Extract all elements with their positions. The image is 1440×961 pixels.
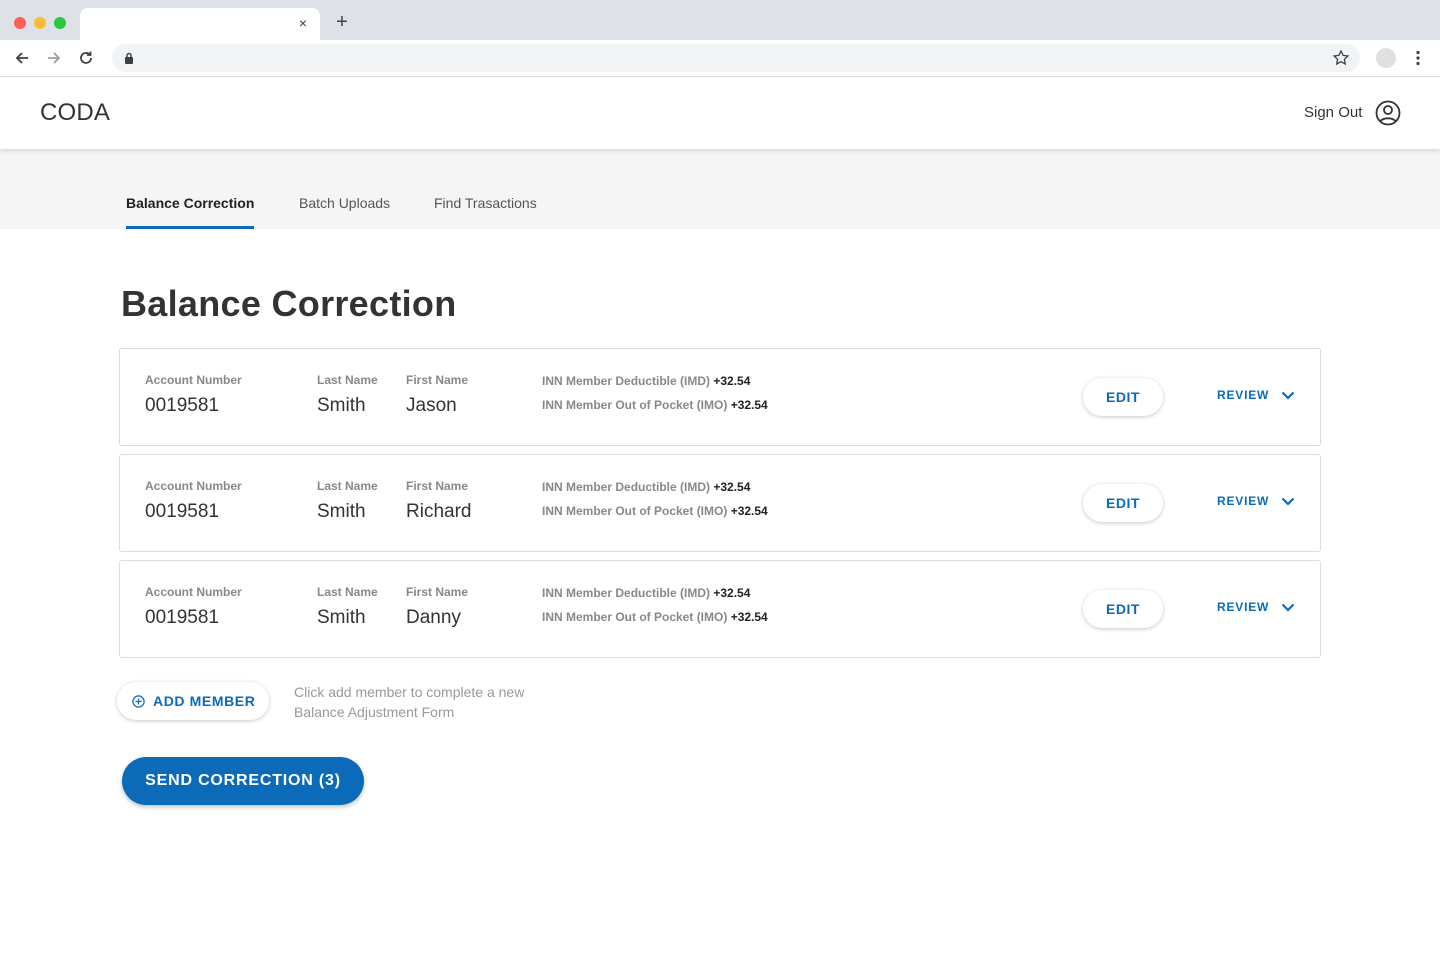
oop-adjustment: INN Member Out of Pocket (IMO) +32.54 (542, 610, 768, 624)
browser-toolbar (0, 40, 1440, 77)
sign-out-link[interactable]: Sign Out (1304, 104, 1362, 121)
send-correction-button[interactable]: SEND CORRECTION (3) (122, 757, 364, 805)
last-name-value: Smith (317, 395, 366, 416)
window-close-dot[interactable] (14, 17, 26, 29)
deductible-adjustment: INN Member Deductible (IMD) +32.54 (542, 480, 750, 494)
address-bar[interactable] (112, 44, 1360, 72)
deductible-adjustment: INN Member Deductible (IMD) +32.54 (542, 374, 750, 388)
last-name-label: Last Name (317, 479, 378, 493)
edit-button[interactable]: EDIT (1083, 590, 1163, 628)
add-member-label: ADD MEMBER (153, 693, 256, 709)
account-number-value: 0019581 (145, 607, 219, 628)
account-number-label: Account Number (145, 373, 242, 387)
oop-value: +32.54 (730, 610, 768, 624)
review-toggle[interactable]: REVIEW (1217, 388, 1295, 402)
review-toggle[interactable]: REVIEW (1217, 494, 1295, 508)
edit-button[interactable]: EDIT (1083, 378, 1163, 416)
first-name-value: Jason (406, 395, 457, 416)
first-name-value: Richard (406, 501, 472, 522)
first-name-value: Danny (406, 607, 461, 628)
oop-adjustment: INN Member Out of Pocket (IMO) +32.54 (542, 504, 768, 518)
browser-tab-strip: × + (0, 0, 1440, 40)
window-maximize-dot[interactable] (54, 17, 66, 29)
oop-label: INN Member Out of Pocket (IMO) (542, 610, 728, 624)
chevron-down-icon (1281, 391, 1295, 400)
browser-menu-icon[interactable] (1408, 48, 1428, 68)
account-number-label: Account Number (145, 585, 242, 599)
last-name-value: Smith (317, 607, 366, 628)
deductible-label: INN Member Deductible (IMD) (542, 586, 711, 600)
account-number-value: 0019581 (145, 501, 219, 522)
oop-adjustment: INN Member Out of Pocket (IMO) +32.54 (542, 398, 768, 412)
first-name-label: First Name (406, 585, 469, 599)
deductible-label: INN Member Deductible (IMD) (542, 374, 711, 388)
review-label: REVIEW (1217, 494, 1270, 508)
review-toggle[interactable]: REVIEW (1217, 600, 1295, 614)
deductible-adjustment: INN Member Deductible (IMD) +32.54 (542, 586, 750, 600)
page-title: Balance Correction (121, 283, 457, 324)
oop-label: INN Member Out of Pocket (IMO) (542, 504, 728, 518)
forward-arrow-icon[interactable] (44, 48, 64, 68)
plus-circle-icon (132, 694, 145, 708)
bookmark-star-icon[interactable] (1332, 49, 1350, 72)
chevron-down-icon (1281, 603, 1295, 612)
deductible-value: +32.54 (713, 480, 751, 494)
member-card: Account Number 0019581 Last Name Smith F… (119, 560, 1321, 658)
account-number-label: Account Number (145, 479, 242, 493)
tab-batch-uploads[interactable]: Batch Uploads (299, 195, 390, 229)
review-label: REVIEW (1217, 388, 1270, 402)
last-name-label: Last Name (317, 585, 378, 599)
back-arrow-icon[interactable] (12, 48, 32, 68)
edit-button[interactable]: EDIT (1083, 484, 1163, 522)
first-name-label: First Name (406, 373, 469, 387)
add-member-button[interactable]: ADD MEMBER (117, 682, 269, 720)
reload-icon[interactable] (76, 48, 96, 68)
browser-tab[interactable]: × (80, 8, 320, 40)
tab-close-icon[interactable]: × (294, 14, 312, 32)
deductible-label: INN Member Deductible (IMD) (542, 480, 711, 494)
last-name-label: Last Name (317, 373, 378, 387)
lock-icon (124, 51, 134, 69)
member-card: Account Number 0019581 Last Name Smith F… (119, 348, 1321, 446)
deductible-value: +32.54 (713, 374, 751, 388)
user-account-icon[interactable] (1375, 100, 1401, 126)
app-logo[interactable]: CODA (40, 99, 110, 127)
last-name-value: Smith (317, 501, 366, 522)
tab-find-transactions[interactable]: Find Trasactions (434, 195, 537, 229)
new-tab-icon[interactable]: + (332, 12, 352, 32)
review-label: REVIEW (1217, 600, 1270, 614)
tab-balance-correction[interactable]: Balance Correction (126, 195, 255, 229)
window-minimize-dot[interactable] (34, 17, 46, 29)
oop-value: +32.54 (730, 398, 768, 412)
section-tabs: Balance Correction Batch Uploads Find Tr… (0, 149, 1440, 229)
first-name-label: First Name (406, 479, 469, 493)
add-member-hint: Click add member to complete a new Balan… (294, 684, 525, 720)
oop-value: +32.54 (730, 504, 768, 518)
app-header: CODA Sign Out (0, 77, 1440, 149)
account-number-value: 0019581 (145, 395, 219, 416)
deductible-value: +32.54 (713, 586, 751, 600)
chevron-down-icon (1281, 497, 1295, 506)
profile-avatar[interactable] (1376, 48, 1396, 68)
oop-label: INN Member Out of Pocket (IMO) (542, 398, 728, 412)
member-card: Account Number 0019581 Last Name Smith F… (119, 454, 1321, 552)
